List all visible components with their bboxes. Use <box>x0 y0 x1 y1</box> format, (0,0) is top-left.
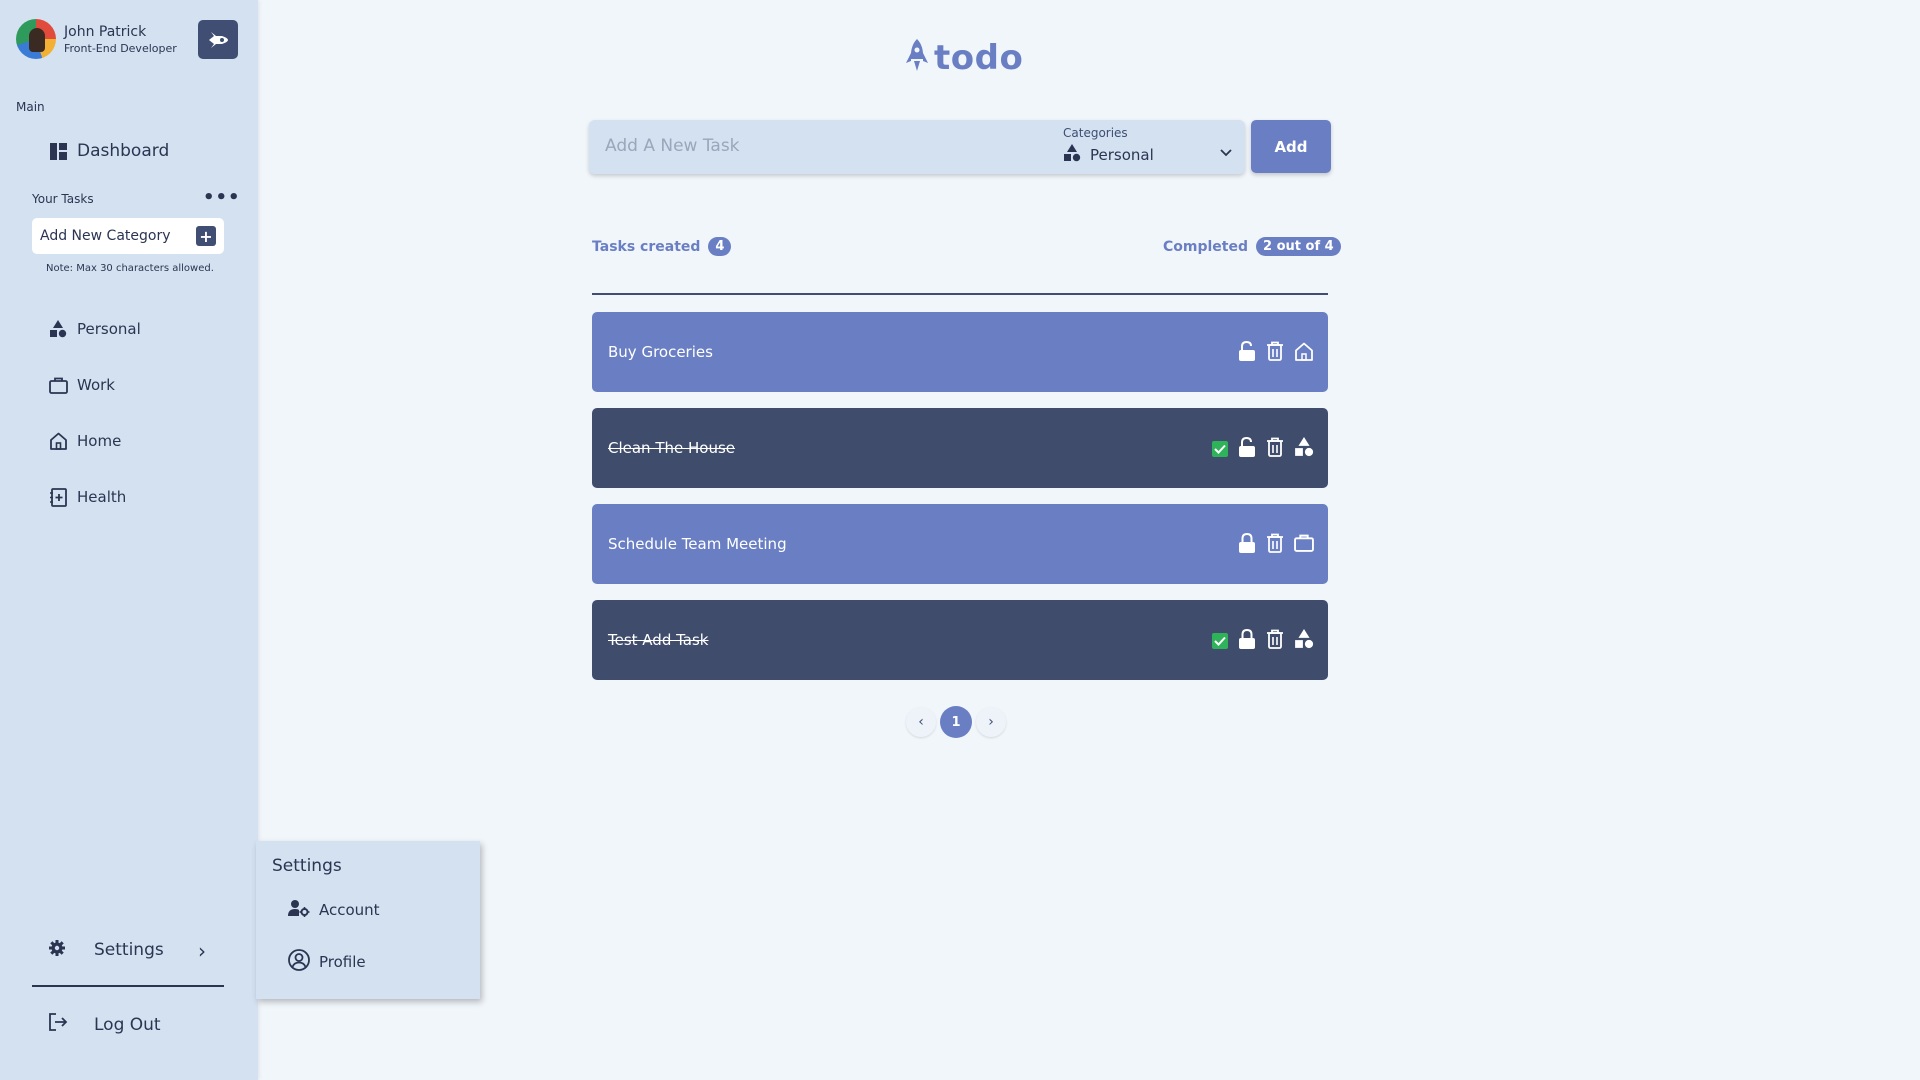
add-category-button[interactable]: + <box>196 226 216 246</box>
user-circle-icon <box>288 949 310 975</box>
gear-icon <box>48 939 66 962</box>
chevron-right-icon: › <box>198 939 206 963</box>
next-page-button[interactable]: › <box>976 707 1006 737</box>
task-item[interactable]: Buy Groceries <box>592 312 1328 392</box>
trash-icon[interactable] <box>1266 629 1284 653</box>
sidebar-item-dashboard[interactable]: Dashboard <box>48 141 169 161</box>
sidebar-item-settings[interactable]: Settings › <box>48 938 208 963</box>
category-select-value: Personal <box>1090 146 1154 164</box>
pagination: ‹ 1 › <box>906 706 1006 738</box>
task-item[interactable]: Clean The House <box>592 408 1328 488</box>
new-task-form: Categories Personal <box>589 120 1245 174</box>
avatar <box>16 19 56 59</box>
more-options-icon[interactable]: ••• <box>203 189 241 207</box>
new-task-input[interactable] <box>605 136 1025 156</box>
shapes-icon <box>1063 144 1081 166</box>
logout-button[interactable]: Log Out <box>48 1012 161 1037</box>
user-name: John Patrick <box>64 23 147 40</box>
settings-menu-item-account[interactable]: Account <box>288 899 380 921</box>
sidebar-item-home[interactable]: Home <box>48 431 121 451</box>
sidebar-item-work[interactable]: Work <box>48 375 115 395</box>
rocket-logo-button[interactable] <box>198 20 238 59</box>
settings-menu-item-profile[interactable]: Profile <box>288 949 366 975</box>
completed-label: Completed <box>1163 238 1249 255</box>
main-section-label: Main <box>16 100 45 114</box>
dashboard-icon <box>48 141 68 161</box>
user-profile[interactable]: John Patrick Front-End Developer <box>16 19 177 59</box>
page-button-current[interactable]: 1 <box>940 706 972 738</box>
completed-checkbox[interactable] <box>1212 633 1228 649</box>
sidebar-item-label: Dashboard <box>77 141 170 161</box>
category-select[interactable]: Categories Personal <box>1063 126 1238 170</box>
settings-label: Settings <box>94 940 164 960</box>
divider <box>592 293 1328 295</box>
sidebar-item-label: Work <box>77 376 115 394</box>
chevron-down-icon <box>1220 142 1232 161</box>
lock-icon[interactable] <box>1238 532 1256 557</box>
sidebar-item-label: Personal <box>77 320 141 338</box>
task-name: Buy Groceries <box>608 343 713 361</box>
unlock-icon[interactable] <box>1238 340 1256 365</box>
divider <box>32 985 224 987</box>
user-gear-icon <box>288 899 310 921</box>
task-item[interactable]: Schedule Team Meeting <box>592 504 1328 584</box>
previous-page-button[interactable]: ‹ <box>906 707 936 737</box>
shapes-icon <box>1294 629 1314 653</box>
tasks-created-badge: 4 <box>708 237 732 256</box>
completed-checkbox[interactable] <box>1212 441 1228 457</box>
brand-name: todo <box>934 38 1024 78</box>
briefcase-icon <box>48 375 68 395</box>
shapes-icon <box>48 319 68 339</box>
rocket-icon <box>906 39 928 77</box>
logout-icon <box>48 1012 68 1037</box>
sidebar-item-personal[interactable]: Personal <box>48 319 141 339</box>
category-select-label: Categories <box>1063 126 1128 140</box>
add-category-input[interactable] <box>40 228 190 244</box>
brand-logo: todo <box>906 38 1023 78</box>
home-icon <box>1294 342 1314 365</box>
settings-menu-item-label: Profile <box>319 953 366 971</box>
trash-icon[interactable] <box>1266 533 1284 557</box>
user-role: Front-End Developer <box>64 41 177 55</box>
sidebar: John Patrick Front-End Developer Main Da… <box>0 0 258 1080</box>
completed-stat: Completed 2 out of 4 <box>1163 237 1341 256</box>
task-name: Test Add Task <box>608 631 709 649</box>
briefcase-icon <box>1294 534 1314 556</box>
sidebar-item-label: Home <box>77 432 122 450</box>
your-tasks-label: Your Tasks <box>32 192 94 206</box>
trash-icon[interactable] <box>1266 341 1284 365</box>
add-task-button[interactable]: Add <box>1251 120 1331 173</box>
add-category-field: + <box>32 218 224 254</box>
completed-badge: 2 out of 4 <box>1256 237 1341 256</box>
rocket-icon <box>209 31 228 48</box>
health-journal-icon <box>48 487 68 507</box>
unlock-icon[interactable] <box>1238 436 1256 461</box>
task-item[interactable]: Test Add Task <box>592 600 1328 680</box>
task-name: Clean The House <box>608 439 736 457</box>
settings-menu-item-label: Account <box>319 901 380 919</box>
shapes-icon <box>1294 437 1314 461</box>
lock-icon[interactable] <box>1238 628 1256 653</box>
settings-menu: Settings Account Profile <box>256 841 480 999</box>
tasks-created-stat: Tasks created 4 <box>592 237 732 256</box>
logout-label: Log Out <box>94 1014 161 1035</box>
sidebar-item-health[interactable]: Health <box>48 487 126 507</box>
task-name: Schedule Team Meeting <box>608 535 787 553</box>
trash-icon[interactable] <box>1266 437 1284 461</box>
sidebar-item-label: Health <box>77 488 127 506</box>
home-icon <box>48 431 68 451</box>
settings-menu-title: Settings <box>272 856 342 876</box>
category-note: Note: Max 30 characters allowed. <box>46 263 214 274</box>
tasks-created-label: Tasks created <box>592 238 701 255</box>
